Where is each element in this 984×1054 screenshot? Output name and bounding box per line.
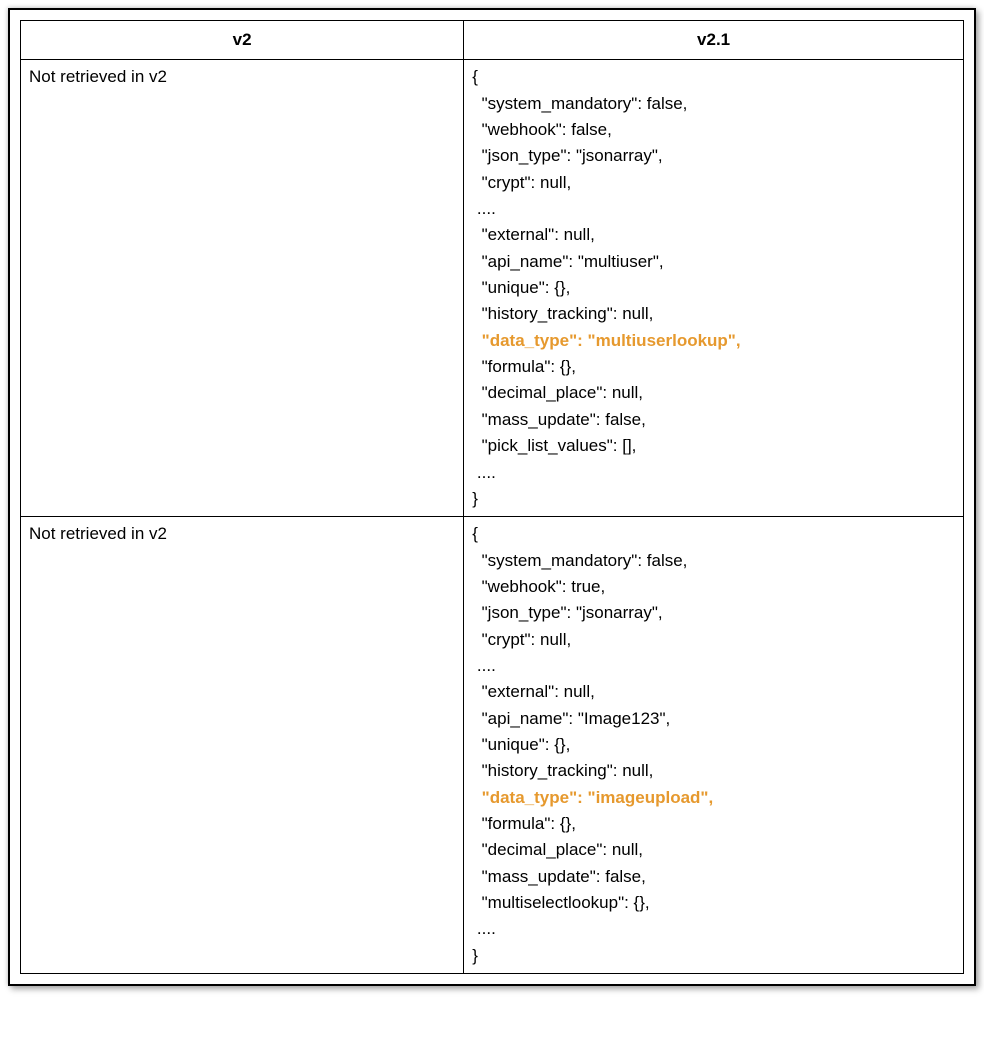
not-retrieved-text: Not retrieved in v2 [29,524,167,543]
json-post: "formula": {}, "decimal_place": null, "m… [472,814,649,965]
header-v21: v2.1 [464,21,964,60]
json-highlight: "data_type": "imageupload", [472,788,713,807]
table-header-row: v2 v2.1 [21,21,964,60]
cell-v2: Not retrieved in v2 [21,60,464,517]
page-container: v2 v2.1 Not retrieved in v2 { "system_ma… [8,8,976,986]
json-pre: { "system_mandatory": false, "webhook": … [472,67,687,323]
json-pre: { "system_mandatory": false, "webhook": … [472,524,687,780]
not-retrieved-text: Not retrieved in v2 [29,67,167,86]
cell-v21: { "system_mandatory": false, "webhook": … [464,517,964,974]
json-snippet: { "system_mandatory": false, "webhook": … [472,521,955,969]
cell-v21: { "system_mandatory": false, "webhook": … [464,60,964,517]
comparison-table: v2 v2.1 Not retrieved in v2 { "system_ma… [20,20,964,974]
json-post: "formula": {}, "decimal_place": null, "m… [472,357,646,508]
table-row: Not retrieved in v2 { "system_mandatory"… [21,60,964,517]
json-highlight: "data_type": "multiuserlookup", [472,331,740,350]
header-v2: v2 [21,21,464,60]
cell-v2: Not retrieved in v2 [21,517,464,974]
content-box: v2 v2.1 Not retrieved in v2 { "system_ma… [8,8,976,986]
json-snippet: { "system_mandatory": false, "webhook": … [472,64,955,512]
table-row: Not retrieved in v2 { "system_mandatory"… [21,517,964,974]
